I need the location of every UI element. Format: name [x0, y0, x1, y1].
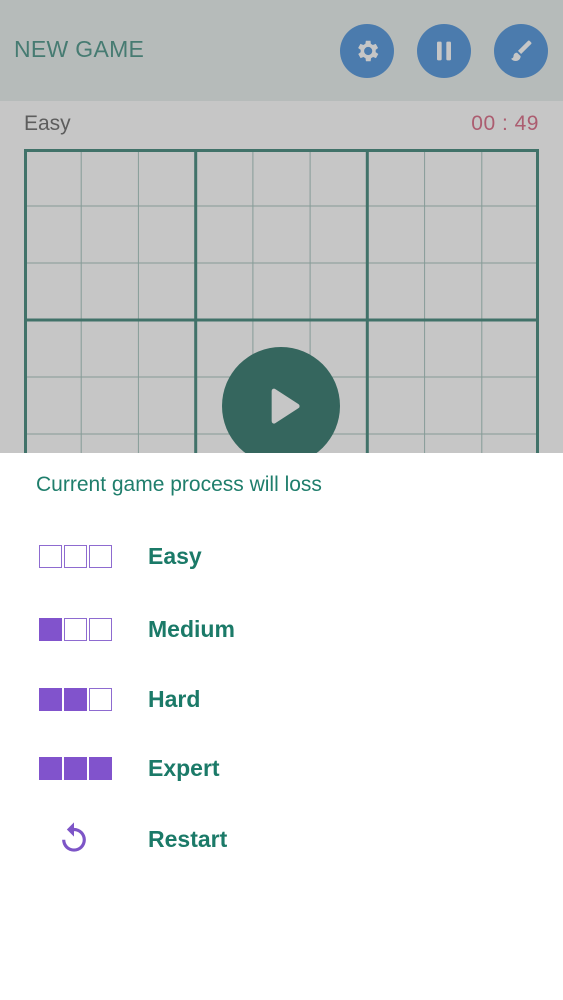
level-square — [64, 756, 87, 780]
warning-message: Current game process will loss — [36, 473, 322, 496]
dim-overlay[interactable] — [0, 0, 563, 453]
option-label: Hard — [148, 685, 201, 712]
level-square — [39, 687, 62, 711]
level-square — [39, 544, 62, 568]
level-indicator-icon — [39, 687, 112, 711]
new-game-sheet: Current game process will loss Easy Medi… — [0, 453, 563, 1000]
level-square — [39, 617, 62, 641]
level-square — [64, 687, 87, 711]
level-square — [89, 544, 112, 568]
level-indicator-icon — [39, 756, 112, 780]
option-easy[interactable]: Easy — [0, 526, 563, 586]
restart-icon — [55, 820, 93, 858]
level-square — [89, 687, 112, 711]
option-medium[interactable]: Medium — [0, 599, 563, 659]
level-indicator-icon — [39, 544, 112, 568]
option-label: Easy — [148, 542, 202, 569]
level-square — [89, 617, 112, 641]
option-label: Restart — [148, 825, 228, 852]
level-indicator-icon — [39, 617, 112, 641]
option-label: Medium — [148, 615, 235, 642]
level-square — [64, 544, 87, 568]
level-square — [39, 756, 62, 780]
option-label: Expert — [148, 754, 220, 781]
option-expert[interactable]: Expert — [0, 738, 563, 798]
level-square — [89, 756, 112, 780]
option-hard[interactable]: Hard — [0, 669, 563, 729]
option-restart[interactable]: Restart — [0, 809, 563, 869]
level-square — [64, 617, 87, 641]
